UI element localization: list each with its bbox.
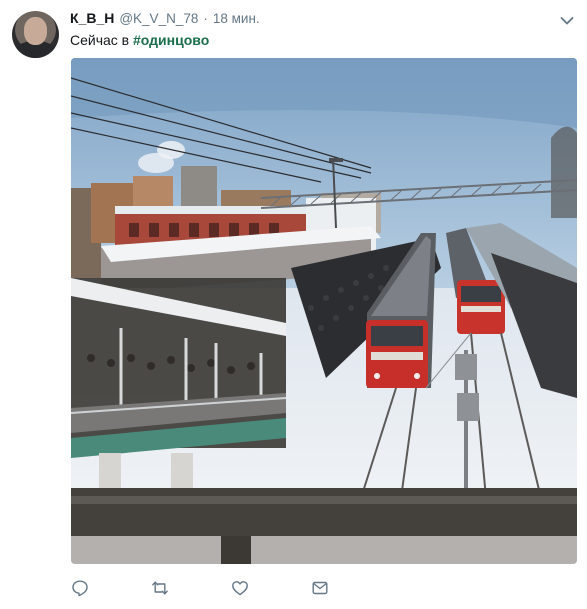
avatar-face [24, 17, 47, 45]
retweet-icon [152, 581, 168, 595]
separator-dot: · [203, 11, 208, 26]
like-button[interactable] [230, 578, 250, 598]
message-button[interactable] [310, 578, 330, 598]
tweet-timestamp[interactable]: 18 мин. [213, 11, 260, 26]
chevron-down-icon[interactable] [560, 13, 574, 25]
tweet-photo[interactable] [71, 58, 577, 564]
retweet-button[interactable] [150, 578, 170, 598]
tweet-card[interactable]: К_В_Н @K_V_N_78 · 18 мин. Сейчас в #один… [0, 0, 587, 609]
author-handle[interactable]: @K_V_N_78 [119, 11, 198, 26]
author-name[interactable]: К_В_Н [70, 10, 114, 26]
reply-icon [72, 580, 88, 597]
hashtag-link[interactable]: #одинцово [133, 32, 209, 48]
heart-icon [232, 581, 248, 596]
tweet-text-prefix: Сейчас в [70, 32, 134, 48]
tweet-text: Сейчас в #одинцово [70, 31, 209, 49]
envelope-icon [312, 581, 328, 595]
tweet-header: К_В_Н @K_V_N_78 · 18 мин. [70, 10, 260, 28]
reply-button[interactable] [70, 578, 90, 598]
photo-train-station [71, 58, 577, 564]
avatar[interactable] [12, 11, 59, 58]
